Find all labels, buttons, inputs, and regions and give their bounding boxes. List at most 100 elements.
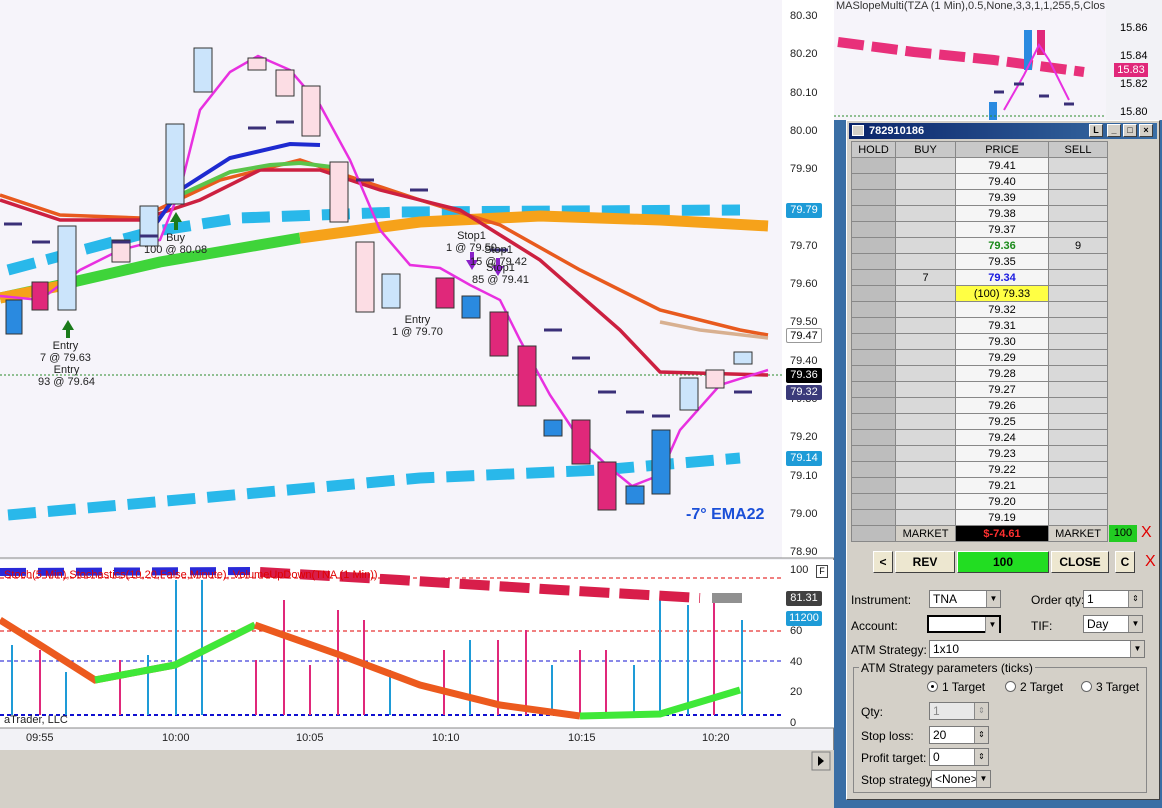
sell-cell[interactable] (1048, 493, 1108, 510)
ladder-row[interactable]: 79.21 (851, 477, 1108, 494)
f-button[interactable]: F (816, 565, 828, 578)
sell-cell[interactable] (1048, 285, 1108, 302)
close-icon[interactable]: × (1139, 124, 1153, 137)
link-icon[interactable]: L (1089, 124, 1103, 137)
chevron-down-icon[interactable]: ▼ (1128, 616, 1142, 632)
sell-cell[interactable] (1048, 381, 1108, 398)
stepper-icon[interactable]: ⇕ (974, 749, 988, 765)
ladder-row[interactable]: 79.23 (851, 445, 1108, 462)
market-buy-button[interactable]: MARKET (895, 525, 956, 542)
buy-cell[interactable] (895, 173, 956, 190)
buy-cell[interactable] (895, 333, 956, 350)
close-position-button[interactable]: CLOSE (1051, 551, 1109, 573)
buy-cell[interactable] (895, 365, 956, 382)
buy-cell[interactable] (895, 493, 956, 510)
sell-cell[interactable] (1048, 157, 1108, 174)
stepper-icon[interactable]: ⇕ (1128, 591, 1142, 607)
buy-cell[interactable] (895, 397, 956, 414)
buy-cell[interactable] (895, 429, 956, 446)
buy-cell[interactable] (895, 237, 956, 254)
buy-cell[interactable] (895, 413, 956, 430)
buy-cell[interactable] (895, 253, 956, 270)
buy-cell[interactable] (895, 477, 956, 494)
sell-cell[interactable] (1048, 413, 1108, 430)
order-qty-stepper[interactable]: 1 ⇕ (1083, 590, 1143, 608)
sell-cell[interactable] (1048, 365, 1108, 382)
sell-cell[interactable] (1048, 509, 1108, 526)
ladder-row[interactable]: 79.20 (851, 493, 1108, 510)
ladder-row[interactable]: 79.31 (851, 317, 1108, 334)
chevron-down-icon[interactable]: ▼ (986, 591, 1000, 607)
sell-cell[interactable] (1048, 221, 1108, 238)
buy-cell[interactable] (895, 205, 956, 222)
sell-cell[interactable] (1048, 269, 1108, 286)
chevron-down-icon[interactable]: ▼ (1130, 641, 1144, 657)
buy-cell[interactable]: 7 (895, 269, 956, 286)
instrument-select[interactable]: TNA ▼ (929, 590, 1001, 608)
dom-titlebar[interactable]: 782910186 L _ □ × (849, 123, 1157, 139)
ladder-row[interactable]: 79.27 (851, 381, 1108, 398)
sell-cell[interactable] (1048, 173, 1108, 190)
atm-strategy-select[interactable]: 1x10 ▼ (929, 640, 1145, 658)
scroll-left-button[interactable]: < (873, 551, 893, 573)
ladder-row[interactable]: 79.25 (851, 413, 1108, 430)
ladder-row[interactable]: 79.36 9 (851, 237, 1108, 254)
c-button[interactable]: C (1115, 551, 1135, 573)
ladder-row[interactable]: 7 79.34 (851, 269, 1108, 286)
ladder-row[interactable]: 79.32 (851, 301, 1108, 318)
flatten-x-icon[interactable]: X (1141, 524, 1152, 542)
sell-cell[interactable]: 9 (1048, 237, 1108, 254)
ladder-row[interactable]: 79.29 (851, 349, 1108, 366)
ladder-row[interactable]: 79.40 (851, 173, 1108, 190)
stop-loss-stepper[interactable]: 20 ⇕ (929, 726, 989, 744)
profit-target-stepper[interactable]: 0 ⇕ (929, 748, 989, 766)
buy-cell[interactable] (895, 317, 956, 334)
reverse-button[interactable]: REV (895, 551, 955, 573)
buy-cell[interactable] (895, 157, 956, 174)
buy-cell[interactable] (895, 509, 956, 526)
close-x-icon[interactable]: X (1145, 553, 1156, 571)
ladder-row[interactable]: 79.37 (851, 221, 1108, 238)
stepper-icon[interactable]: ⇕ (974, 727, 988, 743)
tif-select[interactable]: Day ▼ (1083, 615, 1143, 633)
buy-cell[interactable] (895, 301, 956, 318)
ladder-row[interactable]: 79.19 (851, 509, 1108, 526)
sell-cell[interactable] (1048, 253, 1108, 270)
sell-cell[interactable] (1048, 317, 1108, 334)
sell-cell[interactable] (1048, 461, 1108, 478)
stepper-icon[interactable]: ⇕ (974, 703, 988, 719)
radio-2-target[interactable]: 2 Target (1005, 680, 1063, 694)
sell-cell[interactable] (1048, 445, 1108, 462)
chevron-down-icon[interactable]: ▼ (985, 617, 999, 633)
superdom-window[interactable]: 782910186 L _ □ × HOLD BUY PRICE SELL 79… (846, 120, 1160, 800)
ladder-row[interactable]: 79.35 (851, 253, 1108, 270)
stop-strategy-select[interactable]: <None> ▼ (931, 770, 991, 788)
radio-3-target[interactable]: 3 Target (1081, 680, 1139, 694)
ladder-row[interactable]: 79.38 (851, 205, 1108, 222)
mini-chart[interactable]: MASlopeMulti(TZA (1 Min),0.5,None,3,3,1,… (834, 0, 1162, 120)
ladder-row[interactable]: 79.22 (851, 461, 1108, 478)
qty-stepper[interactable]: 1 ⇕ (929, 702, 989, 720)
buy-cell[interactable] (895, 349, 956, 366)
buy-cell[interactable] (895, 221, 956, 238)
main-chart[interactable]: 80.3080.2080.1080.0079.9079.8079.7079.60… (0, 0, 834, 808)
ladder-row[interactable]: 79.26 (851, 397, 1108, 414)
minimize-icon[interactable]: _ (1107, 124, 1121, 137)
price-chart-canvas[interactable] (0, 0, 834, 808)
buy-cell[interactable] (895, 445, 956, 462)
market-sell-button[interactable]: MARKET (1048, 525, 1108, 542)
ladder-row[interactable]: (100) 79.33 (851, 285, 1108, 302)
sell-cell[interactable] (1048, 429, 1108, 446)
buy-cell[interactable] (895, 189, 956, 206)
buy-cell[interactable] (895, 381, 956, 398)
radio-1-target[interactable]: 1 Target (927, 680, 985, 694)
price-ladder[interactable]: HOLD BUY PRICE SELL 79.41 79.40 79.39 79.38… (851, 141, 1108, 542)
sell-cell[interactable] (1048, 189, 1108, 206)
sell-cell[interactable] (1048, 397, 1108, 414)
buy-cell[interactable] (895, 461, 956, 478)
ladder-row[interactable]: 79.28 (851, 365, 1108, 382)
sell-cell[interactable] (1048, 205, 1108, 222)
ladder-row[interactable]: 79.41 (851, 157, 1108, 174)
chevron-down-icon[interactable]: ▼ (976, 771, 990, 787)
sell-cell[interactable] (1048, 333, 1108, 350)
